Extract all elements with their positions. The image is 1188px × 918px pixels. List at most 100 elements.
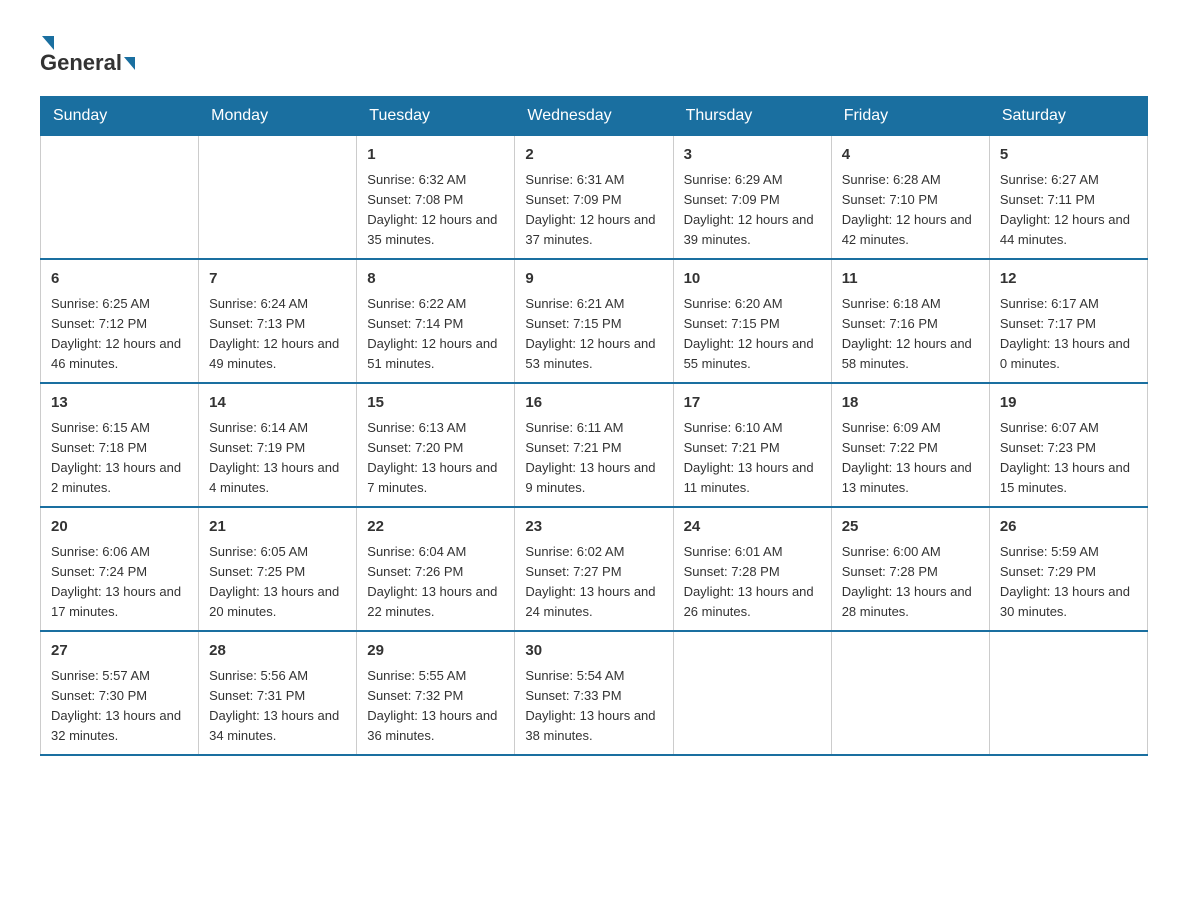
day-number: 9	[525, 268, 662, 291]
day-info: Sunrise: 6:29 AMSunset: 7:09 PMDaylight:…	[684, 170, 821, 251]
day-info: Sunrise: 6:28 AMSunset: 7:10 PMDaylight:…	[842, 170, 979, 251]
calendar-cell	[831, 631, 989, 755]
day-number: 25	[842, 516, 979, 539]
calendar-cell: 18 Sunrise: 6:09 AMSunset: 7:22 PMDayligh…	[831, 383, 989, 507]
day-number: 18	[842, 392, 979, 415]
calendar-cell: 27Sunrise: 5:57 AMSunset: 7:30 PMDayligh…	[41, 631, 199, 755]
day-number: 24	[684, 516, 821, 539]
calendar-cell: 15 Sunrise: 6:13 AMSunset: 7:20 PMDayligh…	[357, 383, 515, 507]
day-info: Sunrise: 5:59 AMSunset: 7:29 PMDaylight:…	[1000, 542, 1137, 623]
weekday-header-monday: Monday	[199, 97, 357, 136]
calendar-cell: 8 Sunrise: 6:22 AMSunset: 7:14 PMDaylight…	[357, 259, 515, 383]
calendar-cell: 2 Sunrise: 6:31 AMSunset: 7:09 PMDaylight…	[515, 136, 673, 260]
weekday-header-saturday: Saturday	[989, 97, 1147, 136]
calendar-cell: 17 Sunrise: 6:10 AMSunset: 7:21 PMDayligh…	[673, 383, 831, 507]
day-number: 3	[684, 144, 821, 167]
calendar-cell: 20 Sunrise: 6:06 AMSunset: 7:24 PMDayligh…	[41, 507, 199, 631]
day-number: 5	[1000, 144, 1137, 167]
day-number: 26	[1000, 516, 1137, 539]
day-info: Sunrise: 6:10 AMSunset: 7:21 PMDaylight:…	[684, 418, 821, 499]
day-info: Sunrise: 6:11 AMSunset: 7:21 PMDaylight:…	[525, 418, 662, 499]
calendar-cell: 4 Sunrise: 6:28 AMSunset: 7:10 PMDaylight…	[831, 136, 989, 260]
day-info: Sunrise: 5:57 AMSunset: 7:30 PMDaylight:…	[51, 666, 188, 747]
weekday-header-thursday: Thursday	[673, 97, 831, 136]
calendar-cell: 7 Sunrise: 6:24 AMSunset: 7:13 PMDaylight…	[199, 259, 357, 383]
day-info: Sunrise: 5:54 AMSunset: 7:33 PMDaylight:…	[525, 666, 662, 747]
day-info: Sunrise: 6:20 AMSunset: 7:15 PMDaylight:…	[684, 294, 821, 375]
day-info: Sunrise: 6:21 AMSunset: 7:15 PMDaylight:…	[525, 294, 662, 375]
day-number: 8	[367, 268, 504, 291]
day-info: Sunrise: 6:17 AMSunset: 7:17 PMDaylight:…	[1000, 294, 1137, 375]
logo: General	[40, 30, 137, 76]
calendar-cell: 3 Sunrise: 6:29 AMSunset: 7:09 PMDaylight…	[673, 136, 831, 260]
day-info: Sunrise: 6:31 AMSunset: 7:09 PMDaylight:…	[525, 170, 662, 251]
calendar-cell: 9 Sunrise: 6:21 AMSunset: 7:15 PMDaylight…	[515, 259, 673, 383]
day-number: 23	[525, 516, 662, 539]
calendar-cell: 16Sunrise: 6:11 AMSunset: 7:21 PMDayligh…	[515, 383, 673, 507]
day-number: 28	[209, 640, 346, 663]
weekday-header-sunday: Sunday	[41, 97, 199, 136]
logo-arrow-icon	[42, 36, 54, 50]
day-number: 30	[525, 640, 662, 663]
day-number: 15	[367, 392, 504, 415]
calendar-cell: 26 Sunrise: 5:59 AMSunset: 7:29 PMDayligh…	[989, 507, 1147, 631]
calendar-cell: 6 Sunrise: 6:25 AMSunset: 7:12 PMDaylight…	[41, 259, 199, 383]
calendar-cell	[673, 631, 831, 755]
weekday-header-friday: Friday	[831, 97, 989, 136]
calendar-cell: 28 Sunrise: 5:56 AMSunset: 7:31 PMDayligh…	[199, 631, 357, 755]
day-number: 19	[1000, 392, 1137, 415]
calendar-cell: 10Sunrise: 6:20 AMSunset: 7:15 PMDayligh…	[673, 259, 831, 383]
day-info: Sunrise: 6:22 AMSunset: 7:14 PMDaylight:…	[367, 294, 504, 375]
calendar-cell: 11 Sunrise: 6:18 AMSunset: 7:16 PMDayligh…	[831, 259, 989, 383]
day-info: Sunrise: 5:56 AMSunset: 7:31 PMDaylight:…	[209, 666, 346, 747]
day-number: 14	[209, 392, 346, 415]
day-info: Sunrise: 6:25 AMSunset: 7:12 PMDaylight:…	[51, 294, 188, 375]
calendar-cell: 22 Sunrise: 6:04 AMSunset: 7:26 PMDayligh…	[357, 507, 515, 631]
calendar-cell	[199, 136, 357, 260]
week-row-2: 6 Sunrise: 6:25 AMSunset: 7:12 PMDaylight…	[41, 259, 1148, 383]
calendar-header-row: SundayMondayTuesdayWednesdayThursdayFrid…	[41, 97, 1148, 136]
week-row-1: 1Sunrise: 6:32 AMSunset: 7:08 PMDaylight…	[41, 136, 1148, 260]
calendar-cell: 5 Sunrise: 6:27 AMSunset: 7:11 PMDaylight…	[989, 136, 1147, 260]
calendar-cell: 25 Sunrise: 6:00 AMSunset: 7:28 PMDayligh…	[831, 507, 989, 631]
calendar-cell: 1Sunrise: 6:32 AMSunset: 7:08 PMDaylight…	[357, 136, 515, 260]
day-info: Sunrise: 6:24 AMSunset: 7:13 PMDaylight:…	[209, 294, 346, 375]
week-row-3: 13 Sunrise: 6:15 AMSunset: 7:18 PMDayligh…	[41, 383, 1148, 507]
day-number: 22	[367, 516, 504, 539]
day-info: Sunrise: 6:13 AMSunset: 7:20 PMDaylight:…	[367, 418, 504, 499]
day-info: Sunrise: 6:14 AMSunset: 7:19 PMDaylight:…	[209, 418, 346, 499]
day-info: Sunrise: 6:00 AMSunset: 7:28 PMDaylight:…	[842, 542, 979, 623]
calendar-cell: 23 Sunrise: 6:02 AMSunset: 7:27 PMDayligh…	[515, 507, 673, 631]
week-row-5: 27Sunrise: 5:57 AMSunset: 7:30 PMDayligh…	[41, 631, 1148, 755]
calendar-cell: 21Sunrise: 6:05 AMSunset: 7:25 PMDayligh…	[199, 507, 357, 631]
day-number: 20	[51, 516, 188, 539]
day-number: 17	[684, 392, 821, 415]
day-info: Sunrise: 6:09 AMSunset: 7:22 PMDaylight:…	[842, 418, 979, 499]
day-info: Sunrise: 6:07 AMSunset: 7:23 PMDaylight:…	[1000, 418, 1137, 499]
day-number: 1	[367, 144, 504, 167]
day-number: 21	[209, 516, 346, 539]
calendar-table: SundayMondayTuesdayWednesdayThursdayFrid…	[40, 96, 1148, 756]
day-number: 29	[367, 640, 504, 663]
day-info: Sunrise: 6:02 AMSunset: 7:27 PMDaylight:…	[525, 542, 662, 623]
day-number: 13	[51, 392, 188, 415]
day-info: Sunrise: 6:04 AMSunset: 7:26 PMDaylight:…	[367, 542, 504, 623]
day-info: Sunrise: 6:18 AMSunset: 7:16 PMDaylight:…	[842, 294, 979, 375]
day-info: Sunrise: 6:15 AMSunset: 7:18 PMDaylight:…	[51, 418, 188, 499]
day-number: 6	[51, 268, 188, 291]
logo-general-text2: General	[40, 50, 122, 76]
day-info: Sunrise: 5:55 AMSunset: 7:32 PMDaylight:…	[367, 666, 504, 747]
calendar-cell: 30 Sunrise: 5:54 AMSunset: 7:33 PMDayligh…	[515, 631, 673, 755]
calendar-cell: 14 Sunrise: 6:14 AMSunset: 7:19 PMDayligh…	[199, 383, 357, 507]
day-info: Sunrise: 6:01 AMSunset: 7:28 PMDaylight:…	[684, 542, 821, 623]
week-row-4: 20 Sunrise: 6:06 AMSunset: 7:24 PMDayligh…	[41, 507, 1148, 631]
day-number: 4	[842, 144, 979, 167]
day-info: Sunrise: 6:06 AMSunset: 7:24 PMDaylight:…	[51, 542, 188, 623]
calendar-cell: 13 Sunrise: 6:15 AMSunset: 7:18 PMDayligh…	[41, 383, 199, 507]
calendar-cell	[41, 136, 199, 260]
day-number: 11	[842, 268, 979, 291]
day-number: 12	[1000, 268, 1137, 291]
day-number: 7	[209, 268, 346, 291]
day-number: 2	[525, 144, 662, 167]
day-info: Sunrise: 6:27 AMSunset: 7:11 PMDaylight:…	[1000, 170, 1137, 251]
